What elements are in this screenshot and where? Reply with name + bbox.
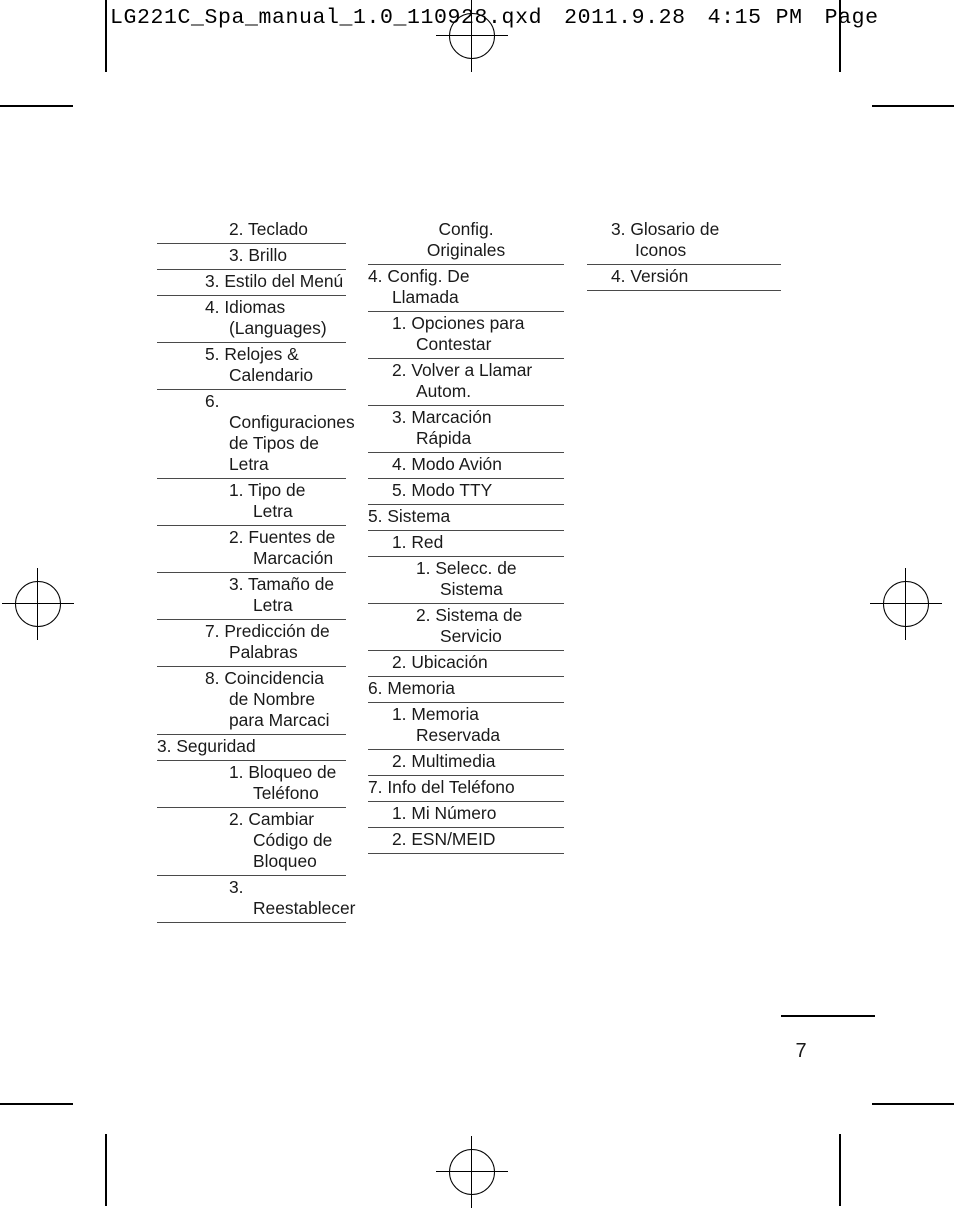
menu-row: 3. Tamaño de Letra (157, 573, 346, 620)
menu-entry-label: 7. Predicción de Palabras (205, 621, 330, 662)
menu-row: 3. Glosario de Iconos (587, 218, 781, 265)
menu-row: 1. Bloqueo de Teléfono (157, 761, 346, 808)
menu-row: 4. Config. De Llamada (368, 265, 564, 312)
menu-row: 1. Red (368, 531, 564, 557)
menu-entry-label: 2. Fuentes de Marcación (229, 527, 336, 568)
menu-entry-label: 4. Versión (611, 266, 689, 286)
menu-entry-label: 2. Cambiar Código de Bloqueo (229, 809, 333, 871)
menu-entry-label: 1. Mi Número (392, 803, 497, 823)
crop-mark-top-right-vertical (839, 0, 841, 72)
menu-entry-label: 3. Glosario de Iconos (611, 219, 720, 260)
menu-entry-label: 1. Selecc. de Sistema (416, 558, 517, 599)
menu-entry-label: 3. Marcación Rápida (392, 407, 492, 448)
crop-mark-bottom-right-vertical (839, 1134, 841, 1206)
menu-entry-label: 4. Idiomas (Languages) (205, 297, 327, 338)
menu-entry-label: 2. Multimedia (392, 751, 496, 771)
menu-row: 1. Opciones para Contestar (368, 312, 564, 359)
menu-row: 1. Tipo de Letra (157, 479, 346, 526)
header-date: 2011.9.28 (564, 6, 686, 30)
crop-mark-top-right-horizontal (872, 105, 954, 107)
menu-row: 1. Selecc. de Sistema (368, 557, 564, 604)
menu-column-1: 2. Teclado 3. Brillo 3. Estilo del Menú 4. … (157, 218, 356, 923)
menu-entry-label: 3. Reestablecer (229, 877, 356, 918)
menu-row: 7. Predicción de Palabras (157, 620, 346, 667)
menu-row: 2. ESN/MEID (368, 828, 564, 854)
page-number-rule (781, 1015, 875, 1017)
prepress-header: LG221C_Spa_manual_1.0_110928.qxd 2011.9.2… (110, 6, 954, 46)
menu-row: 3. Seguridad (157, 735, 346, 761)
registration-mark-left (2, 568, 74, 640)
menu-entry-label: 5. Sistema (368, 506, 451, 526)
page-number: 7 (795, 1040, 807, 1062)
menu-entry-label: 6. Memoria (368, 678, 455, 698)
menu-entry-label: 3. Estilo del Menú (205, 271, 344, 291)
menu-row: 5. Sistema (368, 505, 564, 531)
crop-mark-top-left-horizontal (0, 105, 73, 107)
menu-entry-label: 2. ESN/MEID (392, 829, 496, 849)
menu-entry-label: 7. Info del Teléfono (368, 777, 515, 797)
menu-row: 4. Versión (587, 265, 781, 291)
menu-entry-label: 2. Volver a Llamar Autom. (392, 360, 533, 401)
menu-entry-label: 1. Bloqueo de Teléfono (229, 762, 337, 803)
menu-row: 1. Mi Número (368, 802, 564, 828)
menu-entry-label: 3. Brillo (229, 245, 287, 265)
menu-row: 5. Modo TTY (368, 479, 564, 505)
menu-row: 6. Memoria (368, 677, 564, 703)
menu-row: 4. Idiomas (Languages) (157, 296, 346, 343)
header-time: 4:15 (707, 6, 762, 30)
menu-entry-label: 6. Configuraciones de Tipos de Letra (205, 391, 355, 474)
menu-entry-label: 8. Coincidencia de Nombre para Marcaci (205, 668, 330, 730)
menu-row: 2. Volver a Llamar Autom. (368, 359, 564, 406)
menu-entry-label: 4. Modo Avión (392, 454, 502, 474)
menu-entry-label: 1. Opciones para Contestar (392, 313, 525, 354)
menu-entry-label: 2. Sistema de Servicio (416, 605, 523, 646)
menu-row: Config. Originales (368, 218, 564, 265)
menu-entry-label: Config. Originales (426, 219, 506, 260)
menu-row: 1. Memoria Reservada (368, 703, 564, 750)
menu-entry-label: 3. Seguridad (157, 736, 256, 756)
crop-mark-top-left-vertical (105, 0, 107, 72)
menu-column-2: Config. Originales 4. Config. De Llamada 1… (368, 218, 564, 854)
menu-row: 2. Cambiar Código de Bloqueo (157, 808, 346, 876)
menu-entry-label: 5. Relojes & Calendario (205, 344, 314, 385)
crop-mark-bottom-left-horizontal (0, 1103, 73, 1105)
menu-entry-label: 1. Tipo de Letra (229, 480, 306, 521)
menu-row: 2. Multimedia (368, 750, 564, 776)
menu-row: 3. Marcación Rápida (368, 406, 564, 453)
menu-row: 2. Teclado (157, 218, 346, 244)
menu-entry-label: 1. Memoria Reservada (392, 704, 501, 745)
registration-mark-bottom (436, 1136, 508, 1208)
header-filename: LG221C_Spa_manual_1.0_110928.qxd (110, 6, 543, 30)
menu-row: 2. Sistema de Servicio (368, 604, 564, 651)
menu-row: 2. Ubicación (368, 651, 564, 677)
menu-entry-label: 2. Ubicación (392, 652, 488, 672)
header-page-label: Page (824, 6, 879, 30)
menu-entry-label: 3. Tamaño de Letra (229, 574, 335, 615)
menu-row: 2. Fuentes de Marcación (157, 526, 346, 573)
header-meridiem: PM (775, 6, 803, 30)
menu-row: 3. Reestablecer (157, 876, 356, 923)
menu-column-3: 3. Glosario de Iconos 4. Versión (587, 218, 781, 291)
menu-row: 3. Estilo del Menú (157, 270, 346, 296)
menu-row: 8. Coincidencia de Nombre para Marcaci (157, 667, 346, 735)
registration-mark-right (870, 568, 942, 640)
menu-entry-label: 4. Config. De Llamada (368, 266, 470, 307)
menu-entry-label: 1. Red (392, 532, 444, 552)
menu-entry-label: 2. Teclado (229, 219, 308, 239)
menu-row: 5. Relojes & Calendario (157, 343, 346, 390)
crop-mark-bottom-right-horizontal (872, 1103, 954, 1105)
crop-mark-bottom-left-vertical (105, 1134, 107, 1206)
menu-entry-label: 5. Modo TTY (392, 480, 493, 500)
menu-row: 7. Info del Teléfono (368, 776, 564, 802)
menu-row: 4. Modo Avión (368, 453, 564, 479)
menu-row: 3. Brillo (157, 244, 346, 270)
menu-row: 6. Configuraciones de Tipos de Letra (157, 390, 355, 479)
